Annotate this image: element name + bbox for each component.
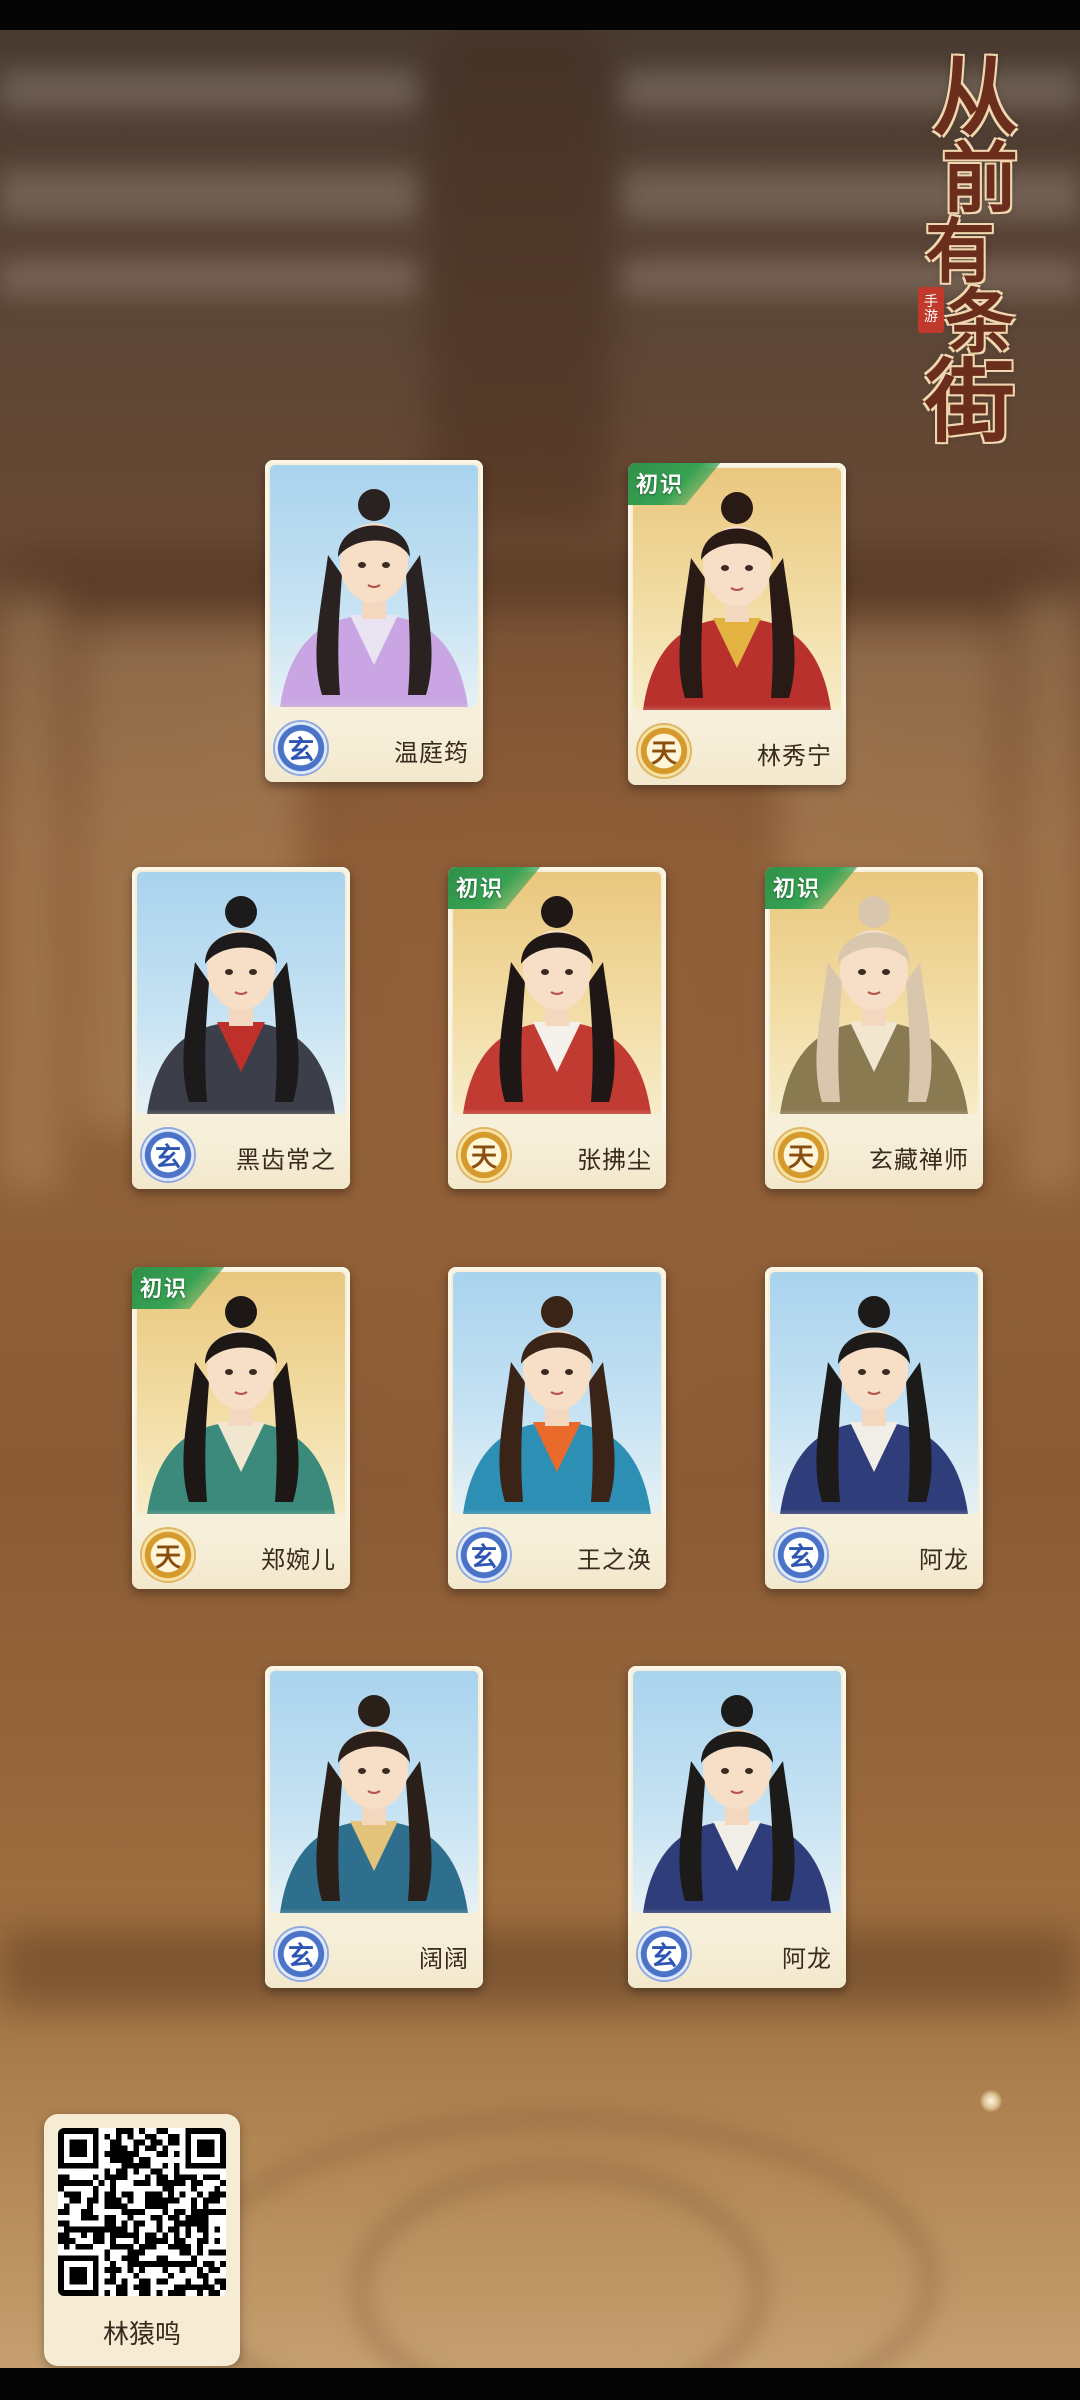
logo-char: 有: [925, 210, 995, 293]
character-card[interactable]: 天玄藏禅师 初识: [765, 867, 983, 1189]
character-card[interactable]: 玄 阿龙: [765, 1267, 983, 1589]
character-card[interactable]: 天林秀宁 初识: [628, 463, 846, 785]
character-name: 黑齿常之: [236, 1146, 336, 1174]
character-card[interactable]: 玄 黑齿常之: [132, 867, 350, 1189]
rarity-badge: 天: [458, 1129, 510, 1181]
character-name: 王之涣: [577, 1546, 652, 1574]
character-name: 林秀宁: [757, 742, 832, 770]
character-card[interactable]: 天张拂尘 初识: [448, 867, 666, 1189]
character-name: 张拂尘: [577, 1146, 652, 1174]
logo-char: 前: [942, 134, 1018, 223]
logo-char: 街: [925, 349, 1015, 455]
character-card[interactable]: 天郑婉儿 初识: [132, 1267, 350, 1589]
character-name: 阔阔: [419, 1945, 469, 1973]
character-name: 温庭筠: [394, 739, 469, 767]
character-card[interactable]: 玄 温庭筠: [265, 460, 483, 782]
character-portrait: [633, 1671, 841, 1913]
game-logo: 从 前 有 条 街 手 游: [890, 55, 1040, 475]
character-portrait: [137, 872, 345, 1114]
qr-code-icon: [58, 2128, 226, 2296]
character-portrait: [770, 1272, 978, 1514]
rarity-badge: 天: [775, 1129, 827, 1181]
seal-char: 游: [924, 309, 938, 325]
character-portrait: [270, 465, 478, 707]
qr-label: 林猿鸣: [102, 2320, 181, 2350]
navigation-bar: [0, 2368, 1080, 2400]
qr-code-card[interactable]: 林猿鸣: [44, 2114, 240, 2366]
status-bar: [0, 0, 1080, 30]
rarity-badge: 玄: [775, 1529, 827, 1581]
rarity-badge: 玄: [458, 1529, 510, 1581]
rarity-badge: 玄: [275, 1928, 327, 1980]
rarity-badge: 玄: [275, 722, 327, 774]
logo-char: 条: [945, 280, 1015, 363]
logo-char: 从: [932, 47, 1018, 148]
character-portrait: [453, 1272, 661, 1514]
character-name: 郑婉儿: [261, 1546, 336, 1574]
character-card[interactable]: 玄 阔阔: [265, 1666, 483, 1988]
rarity-badge: 玄: [142, 1129, 194, 1181]
logo-seal: 手 游: [918, 287, 944, 333]
rarity-badge: 天: [142, 1529, 194, 1581]
seal-char: 手: [924, 293, 938, 310]
character-card[interactable]: 玄 王之涣: [448, 1267, 666, 1589]
character-name: 阿龙: [919, 1546, 969, 1574]
sparkle: [980, 2090, 1002, 2112]
character-card[interactable]: 玄 阿龙: [628, 1666, 846, 1988]
rarity-badge: 玄: [638, 1928, 690, 1980]
character-name: 阿龙: [782, 1945, 832, 1973]
character-portrait: [270, 1671, 478, 1913]
rarity-badge: 天: [638, 725, 690, 777]
character-name: 玄藏禅师: [869, 1146, 969, 1174]
